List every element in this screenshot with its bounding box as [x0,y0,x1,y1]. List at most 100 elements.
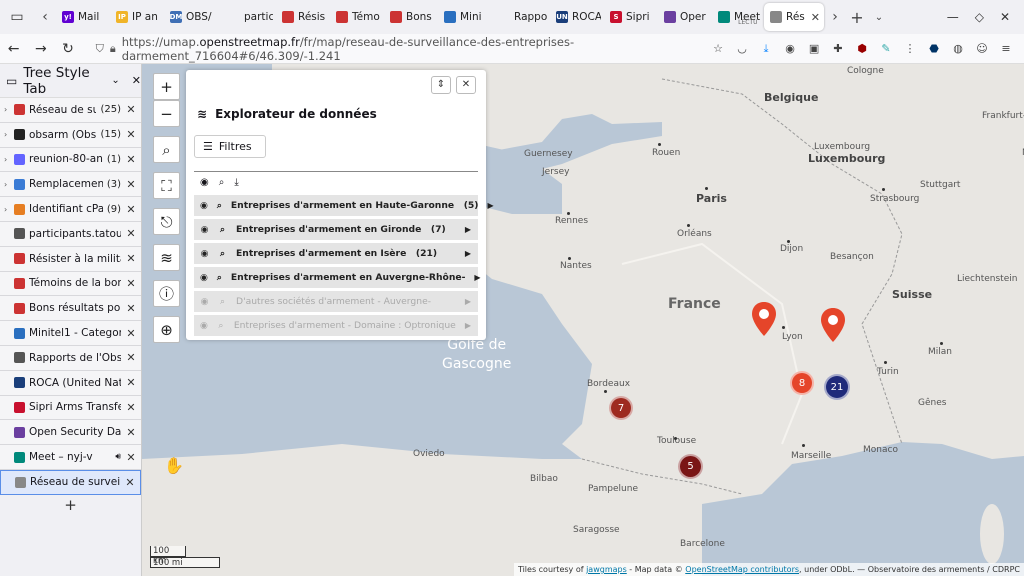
eye-icon[interactable]: ◉ [200,177,209,188]
close-tab-icon[interactable]: ✕ [125,227,137,240]
expand-icon[interactable]: ▶ [465,321,471,330]
info-icon[interactable]: ⓘ [153,280,180,307]
twisty-icon[interactable]: › [4,130,10,139]
extension-b-icon[interactable]: ⋮ [904,42,916,55]
back-icon[interactable]: ← [0,41,27,57]
zoom-icon[interactable]: ⌕ [218,225,227,235]
close-tab-icon[interactable]: ✕ [125,128,137,141]
sidebar-tab-item[interactable]: Réseau de surveilla ✕ [0,469,141,495]
browser-tab[interactable]: Rapport [492,3,548,31]
sidebar-tab-item[interactable]: › reunion-80-ans-(1) ✕ [0,147,141,173]
browser-tab[interactable]: Mini [438,3,490,31]
expand-icon[interactable]: ▶ [465,249,471,258]
browser-tab[interactable]: Oper [658,3,710,31]
url-bar[interactable]: ⛉ 🔒︎ https://umap.openstreetmap.fr/fr/ma… [90,35,712,63]
eye-icon[interactable]: ◉ [200,297,209,307]
sidebar-tab-item[interactable]: Témoins de la bom ✕ [0,271,141,297]
forward-icon[interactable]: → [27,41,54,57]
close-tab-icon[interactable]: ✕ [125,277,137,290]
close-tab-icon[interactable]: ✕ [125,178,137,191]
layer-row[interactable]: ◉ ⌕ Entreprises d'armement - Domaine : Opt… [194,315,478,336]
download-icon[interactable]: ⤓ [760,42,772,55]
zoom-icon[interactable]: ⌕ [217,273,222,283]
sidebar-tab-item[interactable]: Meet – nyj-v 🔊︎ ✕ [0,445,141,470]
browser-tab[interactable]: Rés ✕ [764,3,824,31]
close-tab-icon[interactable]: ✕ [125,302,137,315]
marker-cluster-gironde[interactable]: 7 [609,396,633,420]
tab-overview-icon[interactable]: ▭ [0,0,34,34]
zoom-icon[interactable]: ⌕ [219,177,225,188]
ublock-icon[interactable]: ⬢ [856,42,868,55]
browser-tab[interactable]: Bons [384,3,436,31]
eye-icon[interactable]: ◉ [200,225,209,235]
sidebar-tab-item[interactable]: › Identifiant cPan (9) ✕ [0,197,141,222]
audio-playing-icon[interactable]: 🔊︎ [115,452,121,462]
close-tab-icon[interactable]: ✕ [125,401,137,414]
download-icon[interactable]: ⤓ [234,177,238,188]
sidebar-tab-item[interactable]: ROCA (United Natic ✕ [0,370,141,396]
close-tab-icon[interactable]: ✕ [125,426,137,439]
browser-tab[interactable]: S Sipri [604,3,656,31]
expand-icon[interactable]: ▶ [465,297,471,306]
extension-e-icon[interactable]: ☺ [976,42,988,55]
minimize-icon[interactable]: — [947,10,959,24]
sidebar-new-tab-button[interactable]: + [0,495,141,515]
eye-icon[interactable]: ◉ [200,321,208,331]
close-tab-icon[interactable]: ✕ [125,153,137,166]
sidebar-tab-item[interactable]: › Réseau de surv (25) ✕ [0,98,141,123]
browser-tab[interactable]: particip [222,3,274,31]
layer-row[interactable]: ◉ ⌕ Entreprises d'armement en Gironde (7) ▶ [194,219,478,240]
sidebar-tab-item[interactable]: › Remplacement (3) ✕ [0,172,141,198]
sidebar-tab-item[interactable]: Résister à la milita ✕ [0,246,141,272]
marker-cluster-auvergne[interactable]: 8 [790,371,814,395]
zoom-icon[interactable]: ⌕ [218,249,227,259]
close-tab-icon[interactable]: ✕ [125,103,137,116]
reload-icon[interactable]: ↻ [54,41,81,57]
layer-row[interactable]: ◉ ⌕ Entreprises d'armement en Auvergne-Rhô… [194,267,481,288]
tab-list-button[interactable]: ⌄ [868,12,890,23]
layer-row[interactable]: ◉ ⌕ Entreprises d'armement en Haute-Garonn… [194,195,494,216]
twisty-icon[interactable]: › [4,180,10,189]
browser-tab[interactable]: Résis [276,3,328,31]
map-marker-pin[interactable] [820,307,846,343]
close-panel-button[interactable]: ✕ [456,76,476,94]
bookmark-star-icon[interactable]: ☆ [712,42,724,55]
browser-tab[interactable]: Meet LECTU [712,3,762,31]
zoom-icon[interactable]: ⌕ [217,201,222,211]
expand-icon[interactable]: ▶ [474,273,480,282]
map-marker-pin[interactable] [751,301,777,337]
zoom-icon[interactable]: ⌕ [217,321,225,331]
osm-link[interactable]: OpenStreetMap contributors [685,565,799,574]
sidebar-tab-item[interactable]: › obsarm (Obser(15) ✕ [0,122,141,148]
twisty-icon[interactable]: › [4,205,10,214]
extensions-icon[interactable]: ✚ [832,42,844,55]
close-tab-icon[interactable]: ✕ [811,11,820,24]
pocket-icon[interactable]: ◡ [736,42,748,55]
eye-icon[interactable]: ◉ [200,249,209,259]
sidebar-tab-item[interactable]: Sipri Arms Transfer ✕ [0,395,141,421]
sidebar-tab-item[interactable]: Open Security Data ✕ [0,420,141,446]
zoom-icon[interactable]: ⌕ [218,297,227,307]
share-icon[interactable]: ⎋ [153,208,180,235]
new-tab-button[interactable]: + [846,8,868,27]
sidebar-tab-item[interactable]: participants.tatouj ✕ [0,221,141,247]
map-view[interactable]: Cologne Belgique Frankfurt-am-Main Luxembou… [142,64,1024,576]
sidebar-tab-item[interactable]: Rapports de l'Obse ✕ [0,345,141,371]
browser-tab[interactable]: Témo [330,3,382,31]
filters-button[interactable]: ☰ Filtres [194,135,266,158]
close-tab-icon[interactable]: ✕ [125,451,137,464]
search-icon[interactable]: ⌕ [153,136,180,163]
close-tab-icon[interactable]: ✕ [124,476,136,489]
close-tab-icon[interactable]: ✕ [125,252,137,265]
close-tab-icon[interactable]: ✕ [125,351,137,364]
expand-icon[interactable]: ▶ [465,225,471,234]
close-window-icon[interactable]: ✕ [1000,10,1010,24]
twisty-icon[interactable]: › [4,105,10,114]
tab-scroll-left-icon[interactable]: ‹ [34,9,56,25]
eye-icon[interactable]: ◉ [200,273,208,283]
twisty-icon[interactable]: › [4,155,10,164]
extension-c-icon[interactable]: ⬣ [928,42,940,55]
layer-row[interactable]: ◉ ⌕ Entreprises d'armement en Isère (21) ▶ [194,243,478,264]
chevron-down-icon[interactable]: ⌄ [111,75,119,86]
close-tab-icon[interactable]: ✕ [125,376,137,389]
